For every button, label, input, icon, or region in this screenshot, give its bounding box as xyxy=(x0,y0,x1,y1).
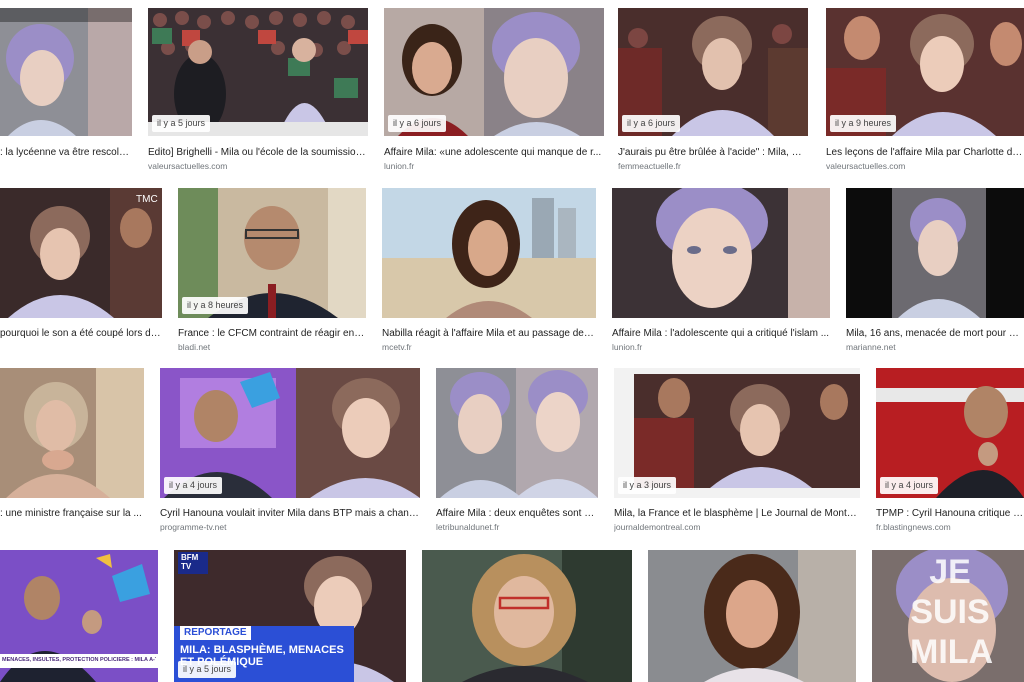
image-result-15[interactable]: il y a 4 jours TPMP : Cyril Hanouna crit… xyxy=(876,368,1024,536)
image-result-16[interactable]: MENACES, INSULTES, PROTECTION POLICIÈRE … xyxy=(0,550,158,682)
je-suis-mila-slogan: JE SUIS MILA xyxy=(910,553,994,671)
image-result-12[interactable]: il y a 4 jours Cyril Hanouna voulait inv… xyxy=(160,368,420,536)
result-age-badge: il y a 3 jours xyxy=(618,477,677,494)
result-title[interactable]: Affaire Mila : l'adolescente qui a criti… xyxy=(612,328,830,340)
reportage-tag: REPORTAGE xyxy=(180,626,251,640)
result-age-badge: il y a 4 jours xyxy=(164,477,223,494)
result-age-badge: il y a 4 jours xyxy=(880,477,939,494)
result-title[interactable]: J'aurais pu être brûlée à l'acide" : Mil… xyxy=(618,147,808,159)
result-thumbnail[interactable]: il y a 6 jours xyxy=(384,8,604,136)
result-title[interactable]: Nabilla réagit à l'affaire Mila et au pa… xyxy=(382,328,596,340)
image-result-14[interactable]: il y a 3 jours Mila, la France et le bla… xyxy=(614,368,860,536)
result-thumbnail[interactable]: il y a 4 jours xyxy=(876,368,1024,498)
result-title[interactable]: Cyril Hanouna voulait inviter Mila dans … xyxy=(160,508,420,520)
tmc-logo: TMC xyxy=(136,194,158,205)
older-woman-image xyxy=(0,368,144,498)
result-thumbnail[interactable]: il y a 4 jours xyxy=(160,368,420,498)
image-result-8[interactable]: Nabilla réagit à l'affaire Mila et au pa… xyxy=(382,188,596,356)
image-result-3[interactable]: il y a 6 jours Affaire Mila: «une adoles… xyxy=(384,8,604,178)
result-title[interactable]: France : le CFCM contraint de réagir enc… xyxy=(178,328,366,340)
result-age-badge: il y a 6 jours xyxy=(388,115,447,132)
result-domain: marianne.net xyxy=(846,342,896,352)
girl-double-video-image xyxy=(436,368,598,498)
result-thumbnail[interactable]: il y a 3 jours xyxy=(614,368,860,498)
result-thumbnail[interactable] xyxy=(0,8,132,136)
result-domain: valeursactuelles.com xyxy=(826,161,906,171)
image-result-1[interactable]: : la lycéenne va être rescola... xyxy=(0,8,132,178)
image-result-2[interactable]: il y a 5 jours Edito] Brighelli - Mila o… xyxy=(148,8,368,178)
woman-red-glasses-image xyxy=(422,550,632,682)
result-thumbnail[interactable] xyxy=(648,550,856,682)
result-title[interactable]: Affaire Mila: «une adolescente qui manqu… xyxy=(384,147,604,159)
result-thumbnail[interactable]: BFM TV REPORTAGE MILA: BLASPHÈME, MENACE… xyxy=(174,550,406,682)
woman-beach-image xyxy=(382,188,596,318)
result-domain: letribunaldunet.fr xyxy=(436,522,500,532)
channel-logo: BFM TV xyxy=(181,553,199,571)
image-result-7[interactable]: il y a 8 heures France : le CFCM contrai… xyxy=(178,188,366,356)
image-result-19[interactable] xyxy=(648,550,856,682)
result-domain: mcetv.fr xyxy=(382,342,412,352)
result-domain: fr.blastingnews.com xyxy=(876,522,951,532)
result-thumbnail[interactable]: MENACES, INSULTES, PROTECTION POLICIÈRE … xyxy=(0,550,158,682)
result-title[interactable]: : la lycéenne va être rescola... xyxy=(0,147,132,159)
image-result-18[interactable] xyxy=(422,550,632,682)
woman-brown-hair-image xyxy=(648,550,856,682)
image-result-11[interactable]: : une ministre française sur la ... xyxy=(0,368,144,536)
result-title[interactable]: Mila, 16 ans, menacée de mort pour avoi.… xyxy=(846,328,1024,340)
girl-video-dark-image xyxy=(846,188,1024,318)
result-age-badge: il y a 9 heures xyxy=(830,115,897,132)
result-title[interactable]: pourquoi le son a été coupé lors de ... xyxy=(0,328,162,340)
result-title[interactable]: Affaire Mila : deux enquêtes sont o... xyxy=(436,508,598,520)
news-ticker-text: MENACES, INSULTES, PROTECTION POLICIÈRE … xyxy=(2,657,156,663)
result-title[interactable]: TPMP : Cyril Hanouna critique Mila xyxy=(876,508,1024,520)
result-thumbnail[interactable] xyxy=(422,550,632,682)
image-result-17[interactable]: BFM TV REPORTAGE MILA: BLASPHÈME, MENACE… xyxy=(174,550,406,682)
image-result-9[interactable]: Affaire Mila : l'adolescente qui a criti… xyxy=(612,188,830,356)
result-domain: lunion.fr xyxy=(384,161,415,171)
image-result-10[interactable]: Mila, 16 ans, menacée de mort pour avoi.… xyxy=(846,188,1024,356)
result-thumbnail[interactable]: TMC xyxy=(0,188,162,318)
image-result-5[interactable]: il y a 9 heures Les leçons de l'affaire … xyxy=(826,8,1024,178)
result-thumbnail[interactable] xyxy=(436,368,598,498)
result-thumbnail[interactable]: JE SUIS MILA xyxy=(872,550,1024,682)
result-domain: bladi.net xyxy=(178,342,211,352)
result-domain: lunion.fr xyxy=(612,342,643,352)
result-thumbnail[interactable] xyxy=(612,188,830,318)
result-domain: programme-tv.net xyxy=(160,522,227,532)
image-result-20[interactable]: JE SUIS MILA xyxy=(872,550,1024,682)
result-thumbnail[interactable]: il y a 5 jours xyxy=(148,8,368,136)
result-age-badge: il y a 5 jours xyxy=(152,115,211,132)
result-thumbnail[interactable] xyxy=(0,368,144,498)
result-title[interactable]: : une ministre française sur la ... xyxy=(0,508,144,520)
result-age-badge: il y a 5 jours xyxy=(178,661,237,678)
result-age-badge: il y a 6 jours xyxy=(622,115,681,132)
image-result-13[interactable]: Affaire Mila : deux enquêtes sont o... l… xyxy=(436,368,598,536)
result-thumbnail[interactable] xyxy=(846,188,1024,318)
result-title[interactable]: Edito] Brighelli - Mila ou l'école de la… xyxy=(148,147,368,159)
girl-purple-hair-close-image xyxy=(612,188,830,318)
result-domain: femmeactuelle.fr xyxy=(618,161,681,171)
girl-hoodie-tmc-image: TMC xyxy=(0,188,162,318)
result-thumbnail[interactable]: il y a 8 heures xyxy=(178,188,366,318)
image-result-6[interactable]: TMC pourquoi le son a été coupé lors de … xyxy=(0,188,162,356)
result-title[interactable]: Mila, la France et le blasphème | Le Jou… xyxy=(614,508,860,520)
result-domain: journaldemontreal.com xyxy=(614,522,701,532)
image-result-4[interactable]: il y a 6 jours J'aurais pu être brûlée à… xyxy=(618,8,808,178)
result-age-badge: il y a 8 heures xyxy=(182,297,249,314)
result-thumbnail[interactable]: il y a 9 heures xyxy=(826,8,1024,136)
result-domain: valeursactuelles.com xyxy=(148,161,228,171)
result-thumbnail[interactable]: il y a 6 jours xyxy=(618,8,808,136)
result-title[interactable]: Les leçons de l'affaire Mila par Charlot… xyxy=(826,147,1024,159)
girl-purple-hair-video-image xyxy=(0,8,132,136)
result-thumbnail[interactable] xyxy=(382,188,596,318)
